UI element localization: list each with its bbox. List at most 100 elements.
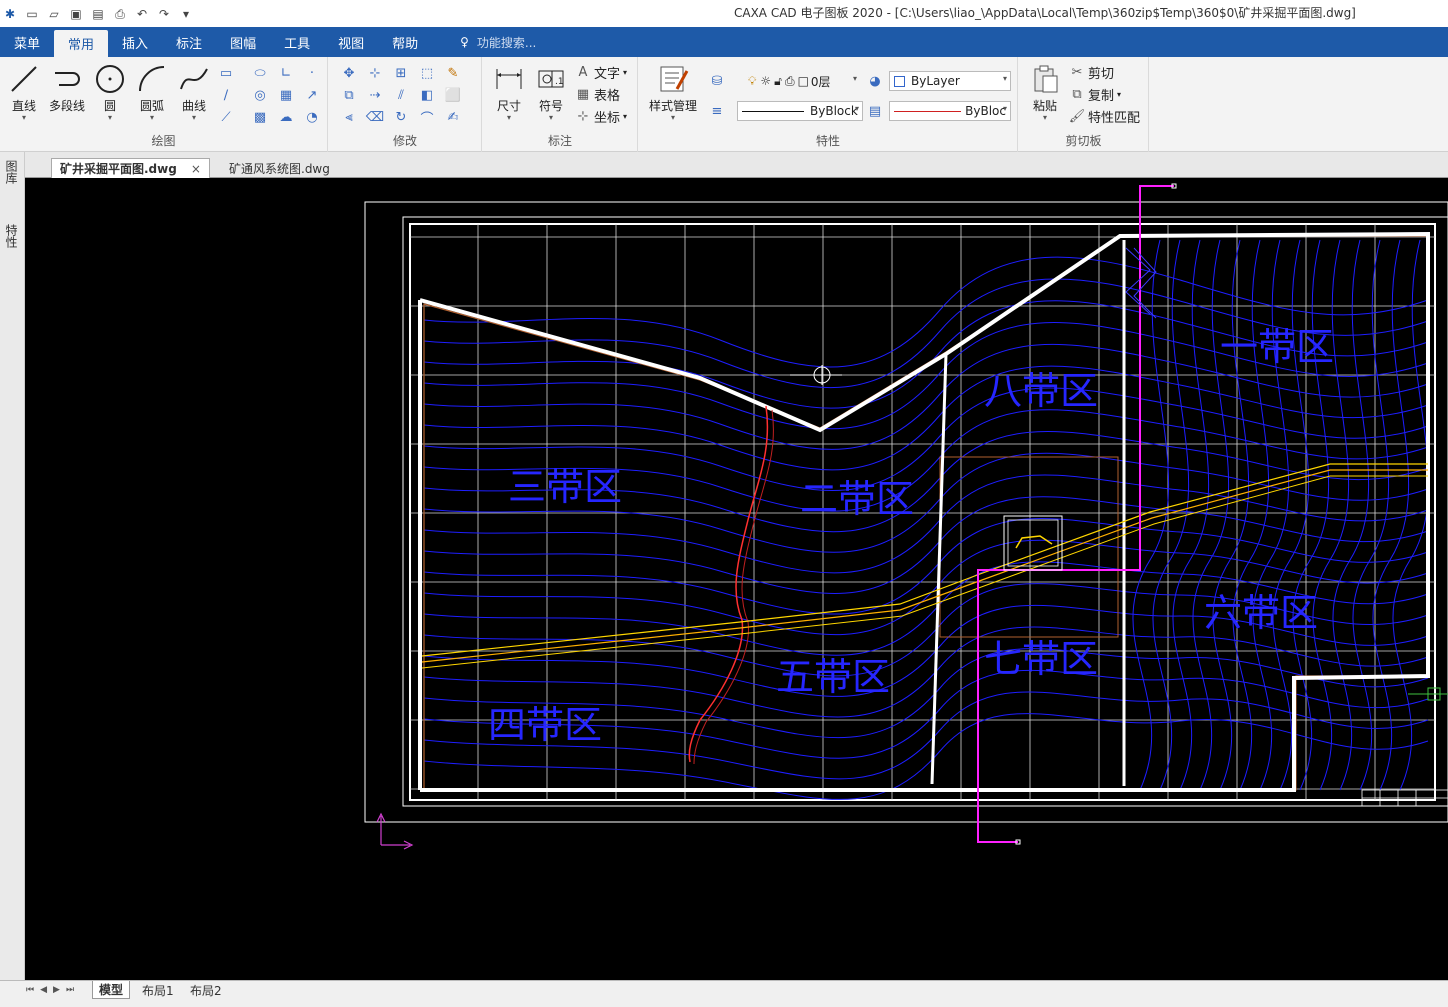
cloud-icon[interactable]: ☁ [276,107,296,127]
tab-insert[interactable]: 插入 [108,27,162,57]
layout-tab-2[interactable]: 布局2 [184,981,228,999]
rotate-icon[interactable]: ↻ [391,107,411,127]
move-icon[interactable]: ✥ [339,63,359,83]
extend-icon[interactable]: ⇢ [365,85,385,105]
lineweight-select[interactable]: ByBloc ▾ [889,101,1011,121]
lineweight-icon[interactable]: ▤ [865,101,885,121]
parallel-line-icon[interactable]: ∕ [216,85,236,105]
group-label-draw: 绘图 [151,134,176,148]
tab-view[interactable]: 视图 [324,27,378,57]
tab-tools[interactable]: 工具 [270,27,324,57]
zone-label-3: 三带区 [508,465,622,509]
library-panel-tab[interactable]: 图库 [4,160,20,184]
layout-tab-1[interactable]: 布局1 [136,981,180,999]
close-icon[interactable]: × [191,162,201,176]
drawing-svg: 一带区 二带区 三带区 四带区 五带区 六带区 七带区 八带区 [364,183,1448,850]
fillet-icon[interactable]: ⌒ [417,107,437,127]
drawing-canvas[interactable]: 一带区 二带区 三带区 四带区 五带区 六带区 七带区 八带区 [25,178,1448,980]
feature-search[interactable]: ♀ 功能搜索... [432,27,536,57]
properties-panel-tab[interactable]: 特性 [4,224,20,248]
trim-icon[interactable]: ⊹ [365,63,385,83]
cut-button[interactable]: ✂ 剪切 [1069,63,1114,82]
sun-icon: ☼ [760,74,772,88]
table-icon: ▦ [576,87,590,102]
match-properties-button[interactable]: 🖌︎ 特性匹配 [1069,107,1140,126]
polyline-icon [55,72,80,86]
stretch-icon[interactable]: ◧ [417,85,437,105]
group-label-modify: 修改 [392,134,417,148]
explode-icon[interactable]: ⬜ [443,85,463,105]
fill-icon[interactable]: ▩ [250,107,270,127]
save-all-icon[interactable]: ▤ [90,6,106,22]
table-button[interactable]: ▦ 表格 [575,85,620,104]
layout-tab-bar: ⏮◀▶⏭ 模型 布局1 布局2 [0,980,1448,1007]
centerline-icon[interactable]: ⟋ [216,107,236,127]
new-file-icon[interactable]: ▭ [24,6,40,22]
paste-button[interactable]: 粘贴 ▾ [1025,63,1065,122]
linetype-select[interactable]: ByBlock ▾ [737,101,863,121]
layout-nav-arrows[interactable]: ⏮◀▶⏭ [26,985,80,995]
group-clipboard: 粘贴 ▾ ✂ 剪切 ⧉ 复制 ▾ 🖌︎ 特性匹配 剪切板 [1019,57,1149,152]
contour-line [1212,239,1250,791]
array-icon[interactable]: ⊞ [391,63,411,83]
point-icon[interactable]: · [302,63,322,83]
open-file-icon[interactable]: ▱ [46,6,62,22]
edit-icon[interactable]: ✍ [443,107,463,127]
group-draw: 直线 ▾ 多段线 圆 ▾ 圆弧 ▾ 曲线 ▾ ▭ ⬭ ∟ · ∕ ◎ ▦ ↗ ⟋ [0,57,328,152]
linetype-list-icon[interactable]: ≡ [707,101,727,121]
color-select[interactable]: ByLayer ▾ [889,71,1011,91]
line-button[interactable]: 直线 ▾ [4,63,44,122]
brush-icon[interactable]: ✎ [443,63,463,83]
hatch-icon[interactable]: ◎ [250,85,270,105]
mirror-icon[interactable]: ⫽ [391,85,411,105]
color-wheel-icon[interactable]: ◕ [865,71,885,91]
undo-icon[interactable]: ↶ [134,6,150,22]
doc-tab-second[interactable]: 矿通风系统图.dwg [221,158,338,178]
customize-icon[interactable]: ▾ [178,6,194,22]
group-label-clipboard: 剪切板 [1065,134,1102,148]
north-arrow [790,365,842,385]
curve-button[interactable]: 曲线 ▾ [174,63,214,122]
zone-label-5: 五带区 [776,655,890,699]
search-placeholder: 功能搜索... [476,35,537,50]
ellipse-icon[interactable]: ⬭ [250,63,270,83]
copy-move-icon[interactable]: ⧉ [339,85,359,105]
text-button[interactable]: A 文字 ▾ [575,63,627,82]
polyline-button[interactable]: 多段线 [46,63,88,114]
layer-manager-icon[interactable]: ⛁ [707,71,727,91]
symbol-button[interactable]: .1 符号 ▾ [531,63,571,122]
copy-icon: ⧉ [1072,87,1082,102]
layout-tab-model[interactable]: 模型 [92,981,131,999]
tab-common[interactable]: 常用 [54,30,109,57]
symbol-icon: .1 [538,70,564,88]
scale-icon[interactable]: ⬚ [417,63,437,83]
dimension-button[interactable]: 尺寸 ▾ [489,63,529,122]
tab-menu[interactable]: 菜单 [0,27,54,57]
tab-help[interactable]: 帮助 [378,27,432,57]
doc-tab-active[interactable]: 矿井采掘平面图.dwg × [51,158,210,178]
block-icon[interactable]: ▦ [276,85,296,105]
zone-label-8: 八带区 [984,369,1098,413]
redo-icon[interactable]: ↷ [156,6,172,22]
app-logo-icon[interactable]: ✱ [2,6,18,22]
rectangle-icon[interactable]: ▭ [216,63,236,83]
left-palette: 图库 特性 [0,152,25,980]
erase-icon[interactable]: ⌫ [365,107,385,127]
tab-sheet[interactable]: 图幅 [216,27,270,57]
coordinate-button[interactable]: ⊹ 坐标 ▾ [575,107,627,126]
layer-select[interactable]: 💡︎ ☼ 🔓︎ ⎙ □ 0层 ▾ [743,71,861,91]
ucs-icon [376,812,414,850]
arc-button[interactable]: 圆弧 ▾ [132,63,172,122]
print-icon[interactable]: ⎙ [112,6,128,22]
contour-line [1272,239,1310,791]
style-manager-button[interactable]: 样式管理 ▾ [647,63,699,122]
contour-line [423,365,1429,471]
copy-button[interactable]: ⧉ 复制 ▾ [1069,85,1121,104]
angle-icon[interactable]: ∟ [276,63,296,83]
circle-button[interactable]: 圆 ▾ [90,63,130,122]
save-icon[interactable]: ▣ [68,6,84,22]
arrow-icon[interactable]: ↗ [302,85,322,105]
region-icon[interactable]: ◔ [302,107,322,127]
offset-icon[interactable]: ⫷ [339,107,359,127]
tab-annotate[interactable]: 标注 [162,27,216,57]
